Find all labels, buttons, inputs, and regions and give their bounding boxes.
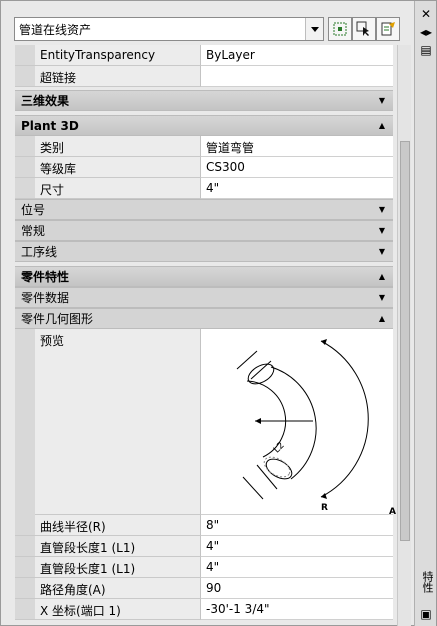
category-position[interactable]: 位号 ▼ <box>15 199 393 220</box>
chevron-up-icon: ▲ <box>378 121 385 130</box>
elbow-preview-image: L2 R A L1 <box>201 329 396 579</box>
category-label: 工序线 <box>21 245 58 259</box>
pickadd-icon <box>333 22 347 36</box>
property-value[interactable]: 8" <box>201 515 393 536</box>
property-row: 路径角度(A) 90 <box>15 578 393 599</box>
category-part-data[interactable]: 零件数据 ▼ <box>15 287 393 308</box>
property-name: 等级库 <box>35 157 201 178</box>
category-plant3d[interactable]: Plant 3D ▲ <box>15 115 393 136</box>
property-value[interactable]: 管道弯管 <box>201 136 393 157</box>
category-label: 零件数据 <box>21 291 70 305</box>
property-name: X 坐标(端口 1) <box>35 599 201 620</box>
dim-r-label: R <box>321 503 328 513</box>
property-name: 路径角度(A) <box>35 578 201 599</box>
property-value[interactable]: -30'-1 3/4" <box>201 599 393 620</box>
palette-icon: ▣ <box>420 607 432 621</box>
preview-label: 预览 <box>35 329 201 515</box>
property-row: EntityTransparency ByLayer <box>15 45 393 66</box>
toggle-pickadd-button[interactable] <box>328 17 352 41</box>
chevron-down-icon: ▼ <box>378 226 385 235</box>
property-name: 类别 <box>35 136 201 157</box>
property-row: 尺寸 4" <box>15 178 393 199</box>
property-value[interactable]: 4" <box>201 557 393 578</box>
category-label: 常规 <box>21 224 46 238</box>
category-label: 位号 <box>21 203 46 217</box>
property-row: 直管段长度1 (L1) 4" <box>15 536 393 557</box>
property-name: 曲线半径(R) <box>35 515 201 536</box>
category-label: Plant 3D <box>21 118 79 133</box>
property-name: EntityTransparency <box>35 45 201 66</box>
chevron-down-icon: ▼ <box>378 96 385 105</box>
chevron-up-icon: ▲ <box>378 272 385 281</box>
chevron-down-icon: ▼ <box>378 205 385 214</box>
category-label: 零件几何图形 <box>21 312 94 326</box>
object-type-dropdown[interactable]: 管道在线资产 <box>14 17 324 41</box>
property-grid: EntityTransparency ByLayer 超链接 三维效果 ▼ Pl… <box>15 45 396 620</box>
property-value[interactable]: 4" <box>201 536 393 557</box>
scrollbar-thumb[interactable] <box>400 141 410 541</box>
select-objects-button[interactable] <box>352 17 376 41</box>
autohide-icon[interactable]: ◂▸ <box>418 25 434 39</box>
chevron-up-icon: ▲ <box>378 314 385 323</box>
category-3d-effects[interactable]: 三维效果 ▼ <box>15 90 393 111</box>
chevron-down-icon: ▼ <box>378 247 385 256</box>
quick-select-button[interactable] <box>376 17 400 41</box>
property-row: X 坐标(端口 1) -30'-1 3/4" <box>15 599 393 620</box>
property-name: 超链接 <box>35 66 201 87</box>
chevron-down-icon[interactable] <box>305 18 323 40</box>
property-row: 等级库 CS300 <box>15 157 393 178</box>
property-value[interactable]: 90 <box>201 578 393 599</box>
category-part-geometry[interactable]: 零件几何图形 ▲ <box>15 308 393 329</box>
preview-row: 预览 L2 R A <box>15 329 396 579</box>
property-row: 超链接 <box>15 66 393 87</box>
property-name: 直管段长度1 (L1) <box>35 536 201 557</box>
chevron-down-icon: ▼ <box>378 293 385 302</box>
palette-title-bar: ✕ ◂▸ ▤ 特性 ▣ <box>414 1 436 626</box>
properties-menu-icon[interactable]: ▤ <box>418 43 434 57</box>
properties-palette: 管道在线资产 EntityTransparency ByLayer 超链接 三维… <box>0 0 437 626</box>
property-row: 类别 管道弯管 <box>15 136 393 157</box>
category-label: 零件特性 <box>21 270 70 284</box>
property-row: 曲线半径(R) 8" <box>15 515 393 536</box>
category-process-line[interactable]: 工序线 ▼ <box>15 241 393 262</box>
property-value[interactable]: 4" <box>201 178 393 199</box>
elbow-diagram <box>236 339 369 500</box>
property-row: 直管段长度1 (L1) 4" <box>15 557 393 578</box>
vertical-scrollbar[interactable] <box>397 45 411 626</box>
property-name: 尺寸 <box>35 178 201 199</box>
select-objects-icon <box>356 21 369 36</box>
quick-select-icon <box>381 22 395 36</box>
property-value[interactable]: ByLayer <box>201 45 393 66</box>
property-name: 直管段长度1 (L1) <box>35 557 201 578</box>
category-general[interactable]: 常规 ▼ <box>15 220 393 241</box>
category-label: 三维效果 <box>21 94 70 108</box>
property-value[interactable] <box>201 66 393 87</box>
close-icon[interactable]: ✕ <box>418 7 434 21</box>
property-value[interactable]: CS300 <box>201 157 393 178</box>
object-type-value: 管道在线资产 <box>19 22 92 37</box>
palette-title: 特性 <box>421 571 434 593</box>
category-part-properties[interactable]: 零件特性 ▲ <box>15 266 393 287</box>
